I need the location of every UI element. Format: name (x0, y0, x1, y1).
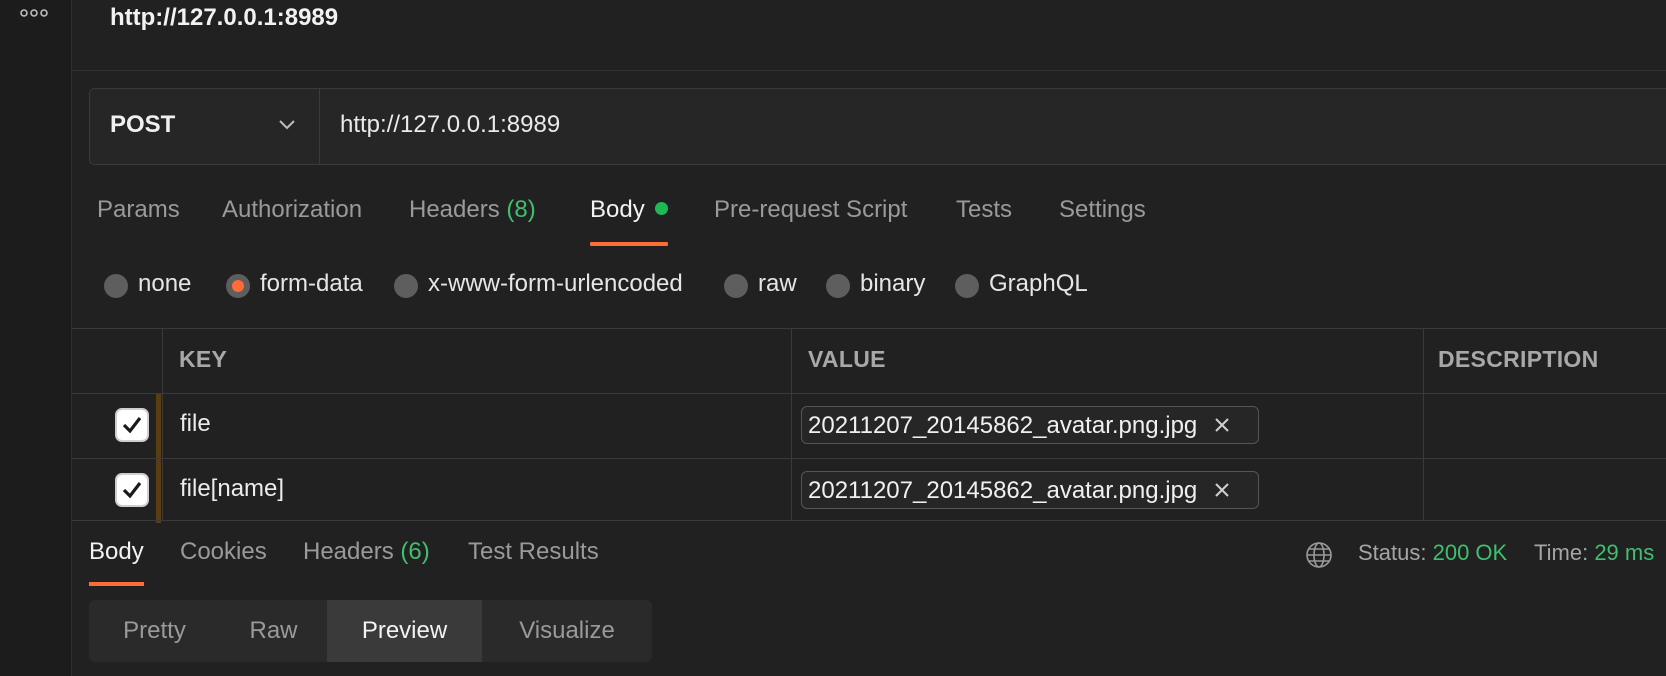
table-row: file 20211207_20145862_avatar.png.jpg (72, 394, 1666, 458)
tab-label: Settings (1059, 196, 1146, 223)
left-rail (0, 0, 72, 676)
response-tab-headers[interactable]: Headers (6) (303, 538, 430, 584)
view-mode-segmented-control: Pretty Raw Preview Visualize (89, 600, 652, 662)
drag-handle[interactable] (156, 394, 161, 458)
radio-icon (724, 274, 748, 298)
method-label: POST (110, 111, 176, 138)
radio-label: form-data (260, 270, 363, 297)
status-label: Status: (1358, 540, 1427, 565)
row-checkbox[interactable] (115, 473, 149, 507)
tab-body[interactable]: Body (590, 196, 668, 246)
tab-label: Headers (409, 196, 500, 223)
status-value: 200 OK (1432, 540, 1508, 565)
column-header-description: DESCRIPTION (1438, 346, 1599, 372)
radio-label: x-www-form-urlencoded (428, 270, 683, 297)
tab-label: Test Results (468, 538, 599, 565)
form-data-table: KEY VALUE DESCRIPTION file 20211207_2014… (72, 328, 1666, 523)
time-value: 29 ms (1594, 540, 1655, 565)
tab-settings[interactable]: Settings (1059, 196, 1146, 246)
globe-icon[interactable] (1304, 540, 1334, 570)
tab-label: Params (97, 196, 180, 223)
time-label: Time: (1534, 540, 1589, 565)
tab-params[interactable]: Params (97, 196, 180, 246)
radio-label: GraphQL (989, 270, 1088, 297)
radio-icon (826, 274, 850, 298)
chevron-down-icon (279, 120, 295, 130)
tab-label: Body (89, 538, 144, 565)
column-header-value: VALUE (808, 346, 886, 372)
drag-handle[interactable] (156, 459, 161, 523)
close-icon[interactable] (1214, 482, 1230, 498)
time-readout[interactable]: Time: 29 ms (1534, 540, 1654, 566)
modified-dot-icon (654, 202, 668, 215)
tab-label: Authorization (222, 196, 363, 223)
radio-label: raw (758, 270, 797, 297)
table-row: file[name] 20211207_20145862_avatar.png.… (72, 459, 1666, 523)
checkbox-icon (122, 417, 142, 434)
file-name: 20211207_20145862_avatar.png.jpg (808, 477, 1198, 504)
view-mode-preview[interactable]: Preview (327, 600, 482, 662)
request-title[interactable]: http://127.0.0.1:8989 (110, 4, 338, 32)
divider (72, 70, 1666, 71)
response-tab-cookies[interactable]: Cookies (180, 538, 267, 584)
file-name: 20211207_20145862_avatar.png.jpg (808, 412, 1198, 439)
response-tab-test-results[interactable]: Test Results (468, 538, 599, 584)
radio-icon (955, 274, 979, 298)
headers-count: (8) (506, 196, 536, 223)
file-chip[interactable]: 20211207_20145862_avatar.png.jpg (801, 406, 1259, 444)
close-icon[interactable] (1214, 417, 1230, 433)
divider (72, 328, 1666, 329)
column-header-key: KEY (179, 346, 228, 372)
request-workspace: http://127.0.0.1:8989 POST http://127.0.… (72, 0, 1666, 676)
tab-label: Cookies (180, 538, 267, 565)
url-bar: POST http://127.0.0.1:8989 (89, 88, 1666, 165)
view-mode-pretty[interactable]: Pretty (89, 600, 220, 662)
divider (72, 520, 1666, 521)
checkbox-icon (122, 482, 142, 499)
headers-count: (6) (400, 538, 430, 565)
file-chip[interactable]: 20211207_20145862_avatar.png.jpg (801, 471, 1259, 509)
tab-headers[interactable]: Headers (8) (409, 196, 536, 246)
radio-icon (104, 274, 128, 298)
row-checkbox[interactable] (115, 408, 149, 442)
more-icon[interactable] (19, 4, 49, 20)
status-readout[interactable]: Status: 200 OK (1358, 540, 1507, 566)
radio-label: none (138, 270, 192, 297)
tab-label: Pre-request Script (714, 196, 908, 223)
tab-tests[interactable]: Tests (956, 196, 1012, 246)
radio-icon (394, 274, 418, 298)
row-key[interactable]: file (180, 410, 211, 438)
tab-authorization[interactable]: Authorization (222, 196, 362, 246)
response-tab-body[interactable]: Body (89, 538, 144, 586)
method-select[interactable]: POST (90, 89, 320, 164)
url-input[interactable]: http://127.0.0.1:8989 (340, 111, 560, 139)
radio-label: binary (860, 270, 926, 297)
tab-label: Tests (956, 196, 1013, 223)
row-key[interactable]: file[name] (180, 475, 284, 503)
tab-label: Headers (303, 538, 394, 565)
view-mode-visualize[interactable]: Visualize (482, 600, 652, 662)
radio-checked-icon (226, 274, 250, 298)
tab-label: Body (590, 196, 645, 223)
tab-pre-request-script[interactable]: Pre-request Script (714, 196, 907, 246)
view-mode-raw[interactable]: Raw (220, 600, 327, 662)
